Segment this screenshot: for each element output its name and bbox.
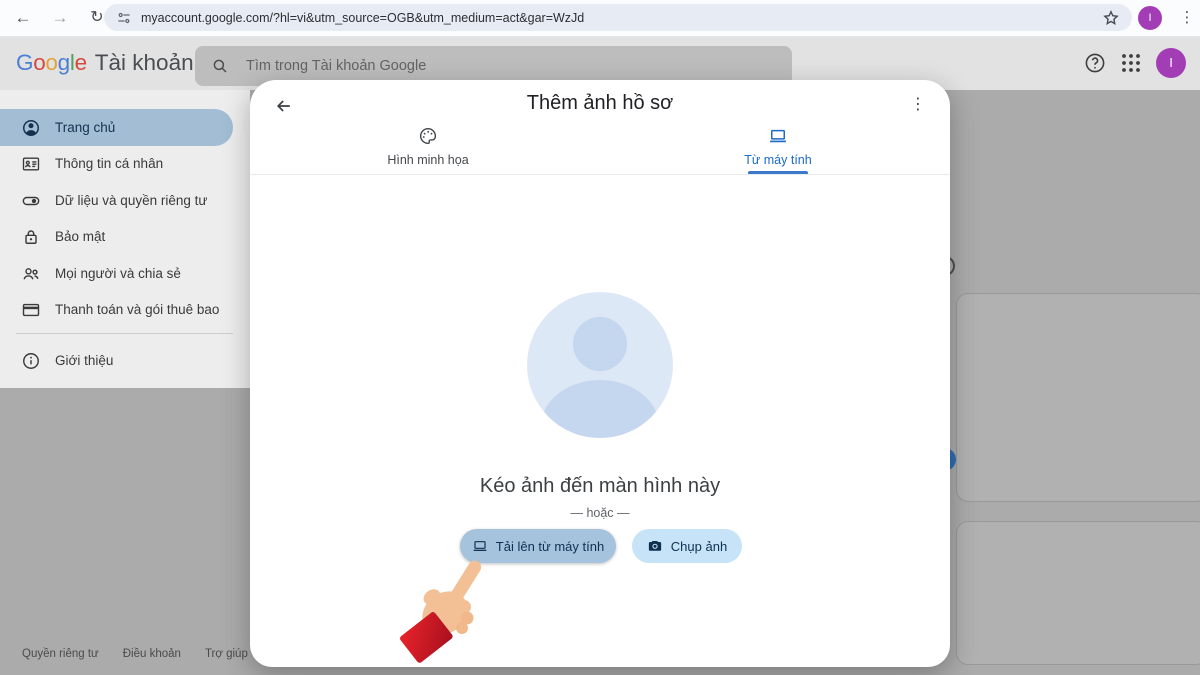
palette-icon	[418, 126, 438, 146]
home-account-icon	[21, 118, 41, 138]
sidebar-item-payments[interactable]: Thanh toán và gói thuê bao	[0, 291, 233, 328]
laptop-icon	[768, 126, 788, 146]
url-text: myaccount.google.com/?hl=vi&utm_source=O…	[141, 11, 584, 25]
browser-forward-icon[interactable]: →	[49, 7, 71, 29]
browser-menu-icon[interactable]: ⋮	[1179, 7, 1195, 29]
search-input[interactable]	[244, 57, 688, 75]
dialog-menu-icon[interactable]: ⋮	[910, 92, 926, 118]
lock-icon	[21, 227, 41, 247]
add-profile-photo-dialog: Thêm ảnh hồ sơ ⋮ Hình minh họa Từ máy tí…	[250, 80, 950, 667]
sidebar-item-about[interactable]: Giới thiệu	[0, 342, 233, 379]
or-separator: — hoặc —	[250, 506, 950, 520]
profile-photo-placeholder	[527, 292, 673, 438]
sidebar-item-people-sharing[interactable]: Mọi người và chia sẻ	[0, 255, 233, 292]
tab-illustration[interactable]: Hình minh họa	[318, 126, 538, 167]
sidebar-item-security[interactable]: Bảo mật	[0, 218, 233, 255]
background-card	[956, 293, 1200, 502]
sidebar-item-personal-info[interactable]: Thông tin cá nhân	[0, 145, 233, 182]
bookmark-star-icon[interactable]	[1101, 8, 1121, 28]
browser-toolbar: ← → ↻ myaccount.google.com/?hl=vi&utm_so…	[0, 0, 1200, 37]
address-bar[interactable]: myaccount.google.com/?hl=vi&utm_source=O…	[104, 4, 1132, 31]
placeholder-shoulders	[541, 380, 659, 438]
contact-card-icon	[21, 154, 41, 174]
privacy-link[interactable]: Quyền riêng tư	[22, 648, 99, 660]
google-account-page: Quyền riêng tư Điều khoản Trợ giúp ← → ↻…	[0, 0, 1200, 675]
sidebar-divider	[16, 333, 233, 334]
browser-profile-avatar[interactable]: I	[1138, 6, 1162, 30]
dialog-title: Thêm ảnh hồ sơ	[250, 92, 950, 115]
take-photo-button[interactable]: Chụp ảnh	[632, 529, 742, 563]
help-icon[interactable]	[1083, 51, 1107, 75]
background-card	[956, 521, 1200, 665]
info-icon	[21, 351, 41, 371]
site-settings-icon[interactable]	[116, 10, 132, 26]
camera-icon	[647, 538, 663, 554]
placeholder-head	[573, 317, 627, 371]
sidebar-item-home[interactable]: Trang chủ	[0, 109, 233, 146]
account-avatar[interactable]: I	[1156, 48, 1186, 78]
credit-card-icon	[21, 300, 41, 320]
sidebar-item-data-privacy[interactable]: Dữ liệu và quyền riêng tư	[0, 182, 233, 219]
search-icon	[211, 57, 229, 75]
toggle-icon	[21, 191, 41, 211]
upload-from-computer-button[interactable]: Tải lên từ máy tính	[460, 529, 616, 563]
drag-drop-instruction: Kéo ảnh đến màn hình này	[250, 475, 950, 498]
terms-link[interactable]: Điều khoản	[123, 648, 181, 660]
tabs-divider	[250, 174, 950, 175]
page-footer: Quyền riêng tư Điều khoản Trợ giúp	[22, 648, 248, 660]
google-apps-grid-icon[interactable]	[1119, 51, 1143, 75]
product-name: Tài khoản	[95, 50, 194, 76]
sidebar-nav: Trang chủ Thông tin cá nhân Dữ liệu và q…	[0, 90, 250, 388]
laptop-icon	[472, 538, 488, 554]
tab-from-computer[interactable]: Từ máy tính	[668, 126, 888, 167]
help-link[interactable]: Trợ giúp	[205, 648, 248, 660]
google-account-logo[interactable]: Google Tài khoản	[16, 36, 194, 90]
people-icon	[21, 264, 41, 284]
browser-back-icon[interactable]: ←	[12, 7, 34, 29]
